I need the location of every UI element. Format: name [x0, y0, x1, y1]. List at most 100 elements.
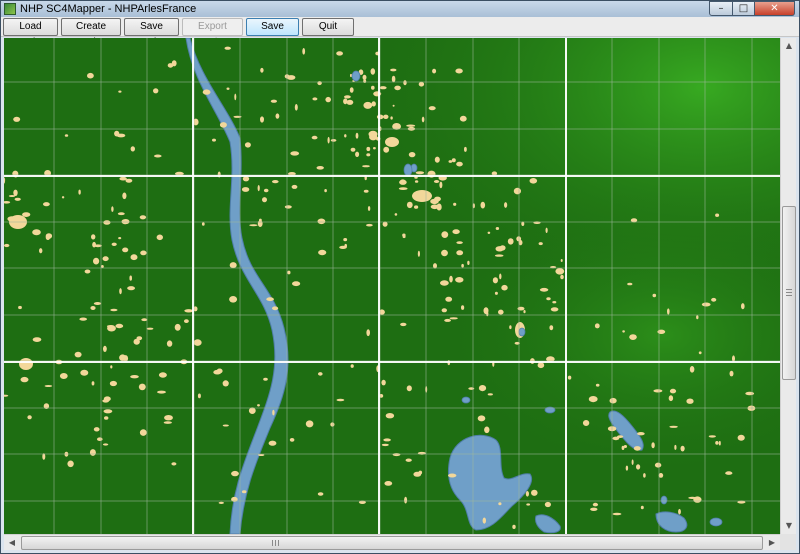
sand-patch [544, 501, 552, 508]
region-map-view[interactable] [4, 38, 780, 534]
sand-patch [408, 152, 416, 158]
sand-patch [669, 425, 678, 428]
sand-patch [44, 385, 53, 387]
sand-patch [381, 379, 386, 386]
sand-patch [336, 398, 345, 402]
scroll-left-arrow-icon[interactable]: ◀ [4, 535, 20, 551]
sand-patch [130, 254, 138, 261]
sand-patch [555, 268, 565, 275]
sand-patch [184, 319, 189, 323]
sand-patch [115, 323, 124, 329]
sand-patch [560, 259, 563, 262]
sand-patch [366, 223, 373, 227]
sand-patch [385, 413, 395, 419]
sand-patch [495, 227, 500, 230]
sand-patch [383, 146, 390, 153]
scroll-down-arrow-icon[interactable]: ▼ [781, 518, 797, 534]
sand-patch [498, 502, 502, 506]
sand-patch [455, 68, 463, 74]
sand-patch [127, 286, 135, 291]
sand-patch [448, 160, 453, 163]
sand-patch [119, 288, 122, 295]
close-button[interactable]: ✕ [755, 1, 795, 16]
scroll-up-arrow-icon[interactable]: ▲ [781, 38, 797, 54]
scroll-right-arrow-icon[interactable]: ▶ [764, 535, 780, 551]
sand-patch [362, 74, 367, 80]
sand-patch [260, 116, 264, 123]
sand-patch [509, 325, 512, 330]
load-region-button[interactable]: Load Region [3, 18, 58, 48]
sand-blob [19, 358, 33, 370]
sand-patch [595, 383, 600, 387]
sand-patch [234, 93, 237, 101]
sand-patch [609, 397, 617, 404]
sand-patch [406, 201, 413, 209]
quit-button[interactable]: Quit [302, 18, 354, 36]
sand-patch [272, 409, 275, 416]
sand-patch [445, 296, 453, 302]
sand-patch [133, 338, 140, 345]
water-spot [709, 517, 723, 527]
sand-patch [350, 147, 356, 152]
sand-patch [305, 420, 314, 428]
sand-patch [294, 104, 298, 111]
sand-patch [461, 263, 464, 268]
sand-patch [501, 284, 508, 291]
sand-patch [325, 96, 332, 103]
sand-patch [362, 165, 370, 168]
sand-patch [317, 492, 324, 496]
sand-patch [174, 323, 181, 331]
title-bar[interactable]: NHP SC4Mapper - NHPArlesFrance – □ ✕ [1, 1, 799, 17]
region-map-canvas[interactable] [4, 38, 780, 534]
sand-patch [18, 305, 22, 310]
vertical-scrollbar[interactable]: ▲ ▼ [780, 38, 796, 534]
sand-patch [546, 297, 551, 301]
thumb-grip-line [786, 292, 792, 293]
sand-patch [268, 440, 277, 446]
sand-patch [480, 201, 486, 209]
maximize-button[interactable]: □ [733, 1, 755, 16]
export-region-button[interactable]: Export Region [182, 18, 243, 48]
window-title: NHP SC4Mapper - NHPArlesFrance [20, 3, 197, 15]
sand-patch [130, 146, 135, 152]
sand-patch [104, 416, 109, 420]
sand-patch [701, 302, 711, 307]
sand-patch [366, 329, 371, 337]
sand-patch [107, 325, 116, 332]
save-region-button[interactable]: Save Region [124, 18, 179, 48]
horizontal-scroll-thumb[interactable] [21, 536, 763, 550]
sand-patch [229, 296, 238, 303]
sand-patch [643, 473, 646, 478]
sand-patch [157, 390, 166, 394]
sand-patch [249, 224, 258, 227]
minimize-button[interactable]: – [709, 1, 733, 16]
sand-patch [270, 99, 277, 103]
vertical-scroll-thumb[interactable] [782, 206, 796, 380]
sand-patch [93, 302, 102, 305]
sand-patch [114, 130, 120, 137]
sand-patch [118, 90, 122, 93]
sand-patch [27, 415, 32, 420]
sand-patch [696, 315, 699, 320]
sand-patch [260, 67, 264, 73]
sand-patch [110, 308, 118, 312]
sand-patch [455, 277, 464, 283]
create-region-button[interactable]: Create Region [61, 18, 121, 48]
sand-patch [482, 517, 486, 524]
save-image-button[interactable]: Save Image [246, 18, 299, 48]
sand-patch [218, 501, 224, 504]
sand-patch [241, 490, 247, 494]
sand-patch [525, 491, 530, 497]
sand-patch [477, 415, 486, 422]
sand-patch [87, 72, 94, 79]
sand-patch [539, 287, 549, 292]
sand-patch [291, 184, 298, 189]
sand-patch [45, 234, 51, 240]
sand-patch [287, 270, 291, 275]
thumb-grip-line [786, 289, 792, 290]
horizontal-scrollbar[interactable]: ◀ ▶ [4, 534, 780, 550]
sand-patch [90, 306, 96, 310]
sand-patch [346, 99, 354, 105]
sand-patch [102, 443, 109, 446]
sand-patch [434, 156, 440, 163]
